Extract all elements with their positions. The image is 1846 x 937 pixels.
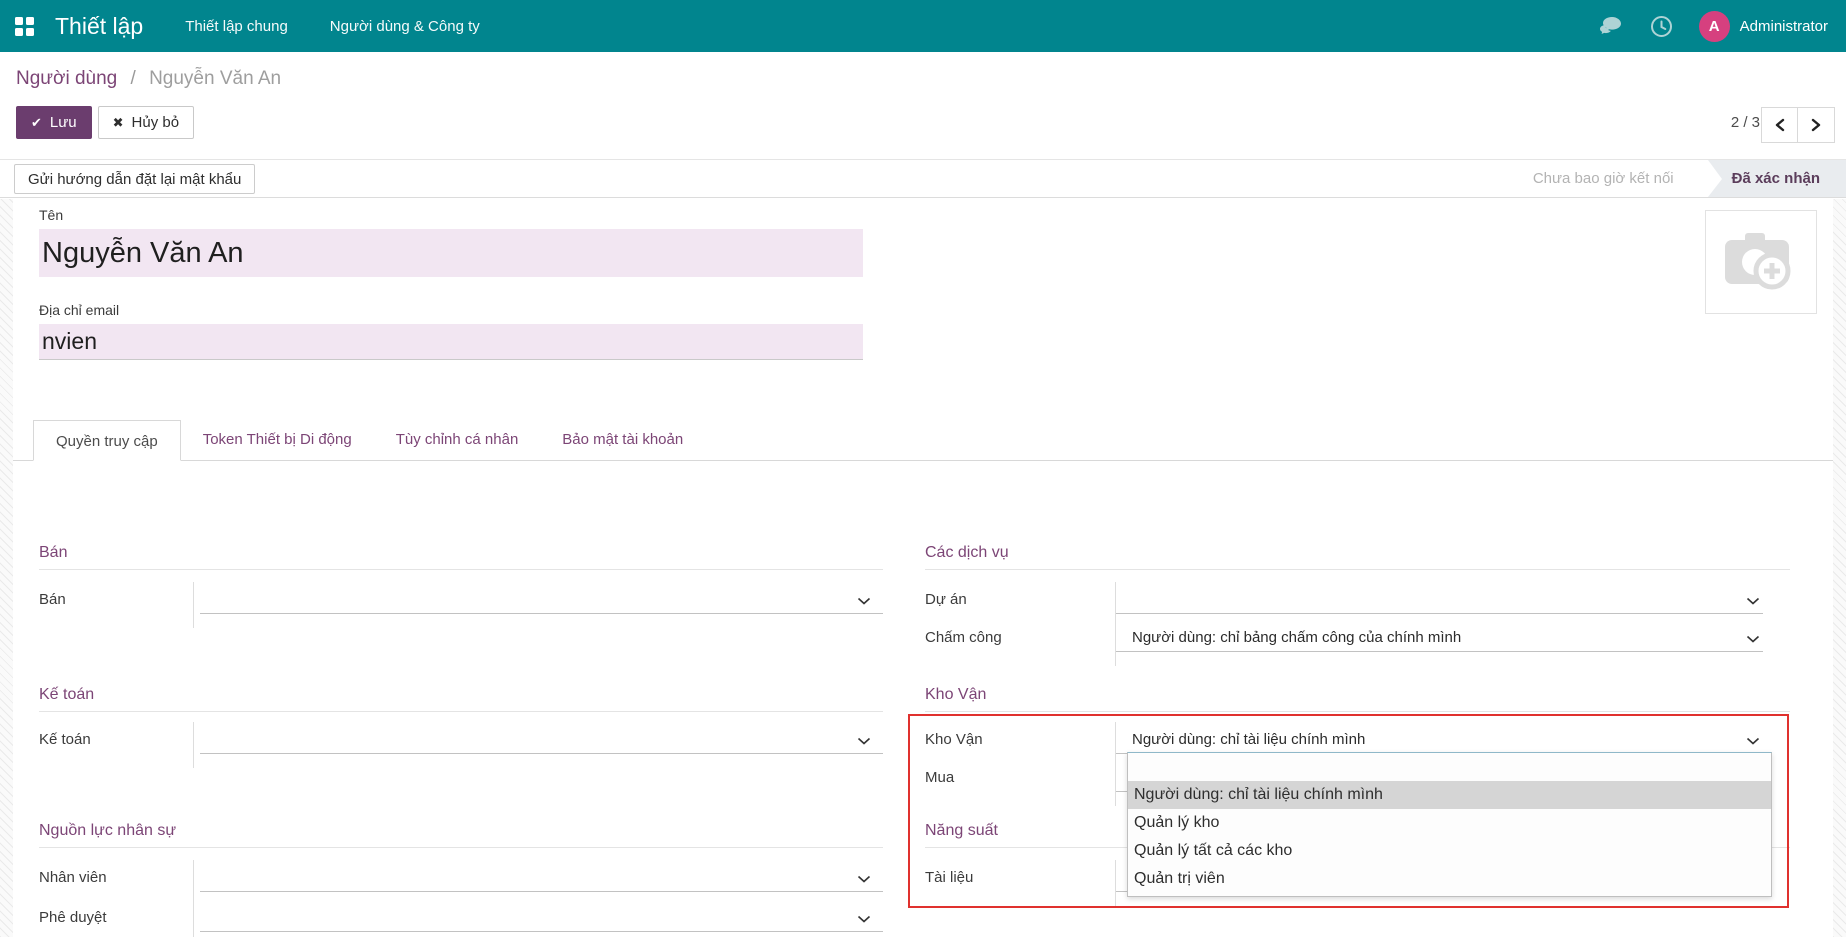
pager-next-button[interactable] bbox=[1798, 107, 1835, 143]
profile-photo-upload[interactable] bbox=[1705, 210, 1817, 314]
chevron-down-icon bbox=[857, 915, 871, 923]
odoo-settings-user-form: Thiết lập Thiết lập chung Người dùng & C… bbox=[0, 0, 1846, 937]
field-row-sales: Bán bbox=[39, 582, 883, 628]
dropdown-option-warehouse-manager[interactable]: Quản lý kho bbox=[1128, 809, 1771, 837]
breadcrumb-separator: / bbox=[130, 68, 136, 89]
apps-grid-icon[interactable] bbox=[15, 16, 34, 36]
sales-select[interactable] bbox=[200, 582, 883, 614]
tab-account-security[interactable]: Bảo mật tài khoản bbox=[540, 419, 705, 460]
user-avatar[interactable]: A bbox=[1698, 10, 1730, 42]
breadcrumb: Người dùng / Nguyễn Văn An bbox=[16, 68, 281, 90]
project-select[interactable] bbox=[1116, 582, 1763, 614]
tab-access-rights[interactable]: Quyền truy cập bbox=[33, 420, 181, 461]
employee-select[interactable] bbox=[200, 860, 883, 892]
camera-add-icon bbox=[1725, 233, 1791, 290]
chevron-down-icon bbox=[1746, 597, 1760, 605]
chevron-down-icon bbox=[857, 875, 871, 883]
discard-button-label: Hủy bỏ bbox=[131, 114, 180, 131]
status-bar: Gửi hướng dẫn đặt lại mật khẩu Chưa bao … bbox=[0, 160, 1846, 198]
inventory-select[interactable]: Người dùng: chỉ tài liệu chính mình bbox=[1116, 722, 1763, 754]
accounting-select[interactable] bbox=[200, 722, 883, 754]
activities-clock-icon[interactable] bbox=[1650, 15, 1673, 38]
section-accounting-title: Kế toán bbox=[39, 686, 883, 712]
chevron-down-icon bbox=[857, 737, 871, 745]
section-inventory-title: Kho Vận bbox=[925, 686, 1790, 712]
dropdown-option-all-warehouses[interactable]: Quản lý tất cả các kho bbox=[1128, 837, 1771, 865]
dropdown-option-administrator[interactable]: Quản trị viên bbox=[1128, 865, 1771, 893]
section-services-title: Các dịch vụ bbox=[925, 544, 1790, 570]
discard-button[interactable]: ✖ Hủy bỏ bbox=[97, 106, 195, 139]
email-field-label: Địa chỉ email bbox=[39, 302, 120, 318]
navbar-right: A Administrator bbox=[1597, 10, 1846, 42]
tab-mobile-device-token[interactable]: Token Thiết bị Di động bbox=[181, 419, 374, 460]
field-label-purchase: Mua bbox=[925, 760, 1116, 806]
messages-icon[interactable] bbox=[1597, 16, 1624, 37]
control-panel: Người dùng / Nguyễn Văn An ✔ Lưu ✖ Hủy b… bbox=[0, 52, 1846, 160]
field-label-attendance: Chấm công bbox=[925, 620, 1116, 666]
send-password-reset-button[interactable]: Gửi hướng dẫn đặt lại mật khẩu bbox=[14, 164, 256, 194]
select-value: Người dùng: chỉ bảng chấm công của chính… bbox=[1132, 629, 1462, 646]
attendance-select[interactable]: Người dùng: chỉ bảng chấm công của chính… bbox=[1116, 620, 1763, 652]
user-menu[interactable]: Administrator bbox=[1740, 18, 1828, 35]
field-label-approval: Phê duyệt bbox=[39, 900, 194, 937]
tab-personal-customization[interactable]: Tùy chỉnh cá nhân bbox=[374, 419, 541, 460]
approval-select[interactable] bbox=[200, 900, 883, 932]
breadcrumb-current: Nguyễn Văn An bbox=[149, 68, 282, 89]
state-never-connected[interactable]: Chưa bao giờ kết nối bbox=[1533, 170, 1708, 187]
save-button[interactable]: ✔ Lưu bbox=[16, 106, 92, 139]
check-icon: ✔ bbox=[31, 114, 42, 130]
chevron-down-icon bbox=[857, 597, 871, 605]
field-row-attendance: Chấm công Người dùng: chỉ bảng chấm công… bbox=[925, 620, 1790, 666]
top-navbar: Thiết lập Thiết lập chung Người dùng & C… bbox=[0, 0, 1846, 52]
field-label-sales: Bán bbox=[39, 582, 194, 628]
field-label-documents: Tài liệu bbox=[925, 860, 1116, 906]
pager-previous-button[interactable] bbox=[1761, 107, 1798, 143]
menu-general-settings[interactable]: Thiết lập chung bbox=[185, 18, 288, 35]
state-confirmed-badge[interactable]: Đã xác nhận bbox=[1707, 160, 1846, 197]
dropdown-option-blank[interactable] bbox=[1128, 753, 1771, 781]
field-label-accounting: Kế toán bbox=[39, 722, 194, 768]
breadcrumb-users-link[interactable]: Người dùng bbox=[16, 68, 117, 89]
select-value: Người dùng: chỉ tài liệu chính mình bbox=[1132, 731, 1366, 748]
pager-counter: 2 / 3 bbox=[1730, 114, 1760, 131]
chevron-down-icon bbox=[1746, 737, 1760, 745]
cross-icon: ✖ bbox=[112, 114, 124, 130]
email-input[interactable]: nvien bbox=[39, 324, 863, 360]
notebook-tabs: Quyền truy cập Token Thiết bị Di động Tù… bbox=[13, 419, 1833, 461]
inventory-select-dropdown: Người dùng: chỉ tài liệu chính mình Quản… bbox=[1127, 752, 1772, 897]
section-sales-title: Bán bbox=[39, 544, 883, 570]
section-hr-title: Nguồn lực nhân sự bbox=[39, 822, 883, 848]
name-field-label: Tên bbox=[39, 207, 64, 223]
dropdown-option-own-documents[interactable]: Người dùng: chỉ tài liệu chính mình bbox=[1128, 781, 1771, 809]
field-row-approval: Phê duyệt bbox=[39, 900, 883, 937]
name-input[interactable]: Nguyễn Văn An bbox=[39, 229, 863, 277]
app-title[interactable]: Thiết lập bbox=[55, 13, 143, 40]
save-button-label: Lưu bbox=[49, 114, 77, 131]
menu-users-companies[interactable]: Người dùng & Công ty bbox=[330, 18, 480, 35]
form-buttons: ✔ Lưu ✖ Hủy bỏ bbox=[16, 106, 195, 139]
statusbar-states: Chưa bao giờ kết nối Đã xác nhận bbox=[1533, 160, 1846, 197]
pager bbox=[1761, 107, 1835, 143]
chevron-down-icon bbox=[1746, 635, 1760, 643]
field-row-accounting: Kế toán bbox=[39, 722, 883, 768]
